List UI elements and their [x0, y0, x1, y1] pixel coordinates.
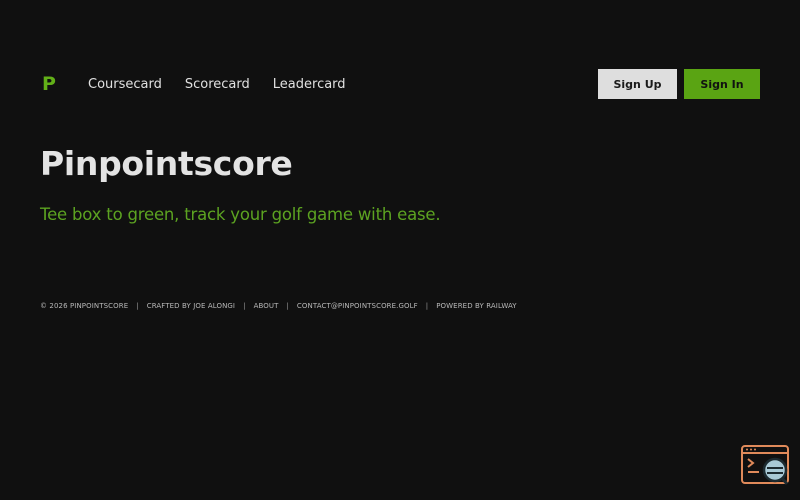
footer-powered-link[interactable]: POWERED BY RAILWAY — [436, 302, 516, 310]
page: P Coursecard Scorecard Leadercard Sign U… — [0, 0, 800, 500]
logo[interactable]: P — [40, 72, 58, 96]
logo-letter: P — [42, 72, 56, 95]
page-title: Pinpointscore — [40, 144, 293, 183]
nav-link-scorecard[interactable]: Scorecard — [185, 77, 250, 92]
inspect-window-icon[interactable] — [741, 445, 790, 487]
sign-up-button[interactable]: Sign Up — [598, 69, 677, 99]
footer-separator: | — [286, 302, 289, 310]
nav-link-leadercard[interactable]: Leadercard — [273, 77, 346, 92]
footer-contact-link[interactable]: CONTACT@PINPOINTSCORE.GOLF — [297, 302, 418, 310]
footer-separator: | — [136, 302, 139, 310]
footer-about-link[interactable]: ABOUT — [254, 302, 279, 310]
footer-separator: | — [243, 302, 246, 310]
footer-copyright: © 2026 PINPOINTSCORE — [40, 302, 129, 310]
footer-credit: CRAFTED BY JOE ALONGI — [146, 302, 236, 310]
top-nav: P Coursecard Scorecard Leadercard Sign U… — [40, 69, 760, 99]
footer-separator: | — [425, 302, 429, 310]
sign-in-button[interactable]: Sign In — [684, 69, 760, 99]
inspect-window-icon-graphic — [741, 445, 789, 485]
footer: © 2026 PINPOINTSCORE | CRAFTED BY JOE AL… — [40, 302, 517, 310]
nav-link-coursecard[interactable]: Coursecard — [88, 77, 162, 92]
hero-tagline: Tee box to green, track your golf game w… — [40, 205, 441, 224]
